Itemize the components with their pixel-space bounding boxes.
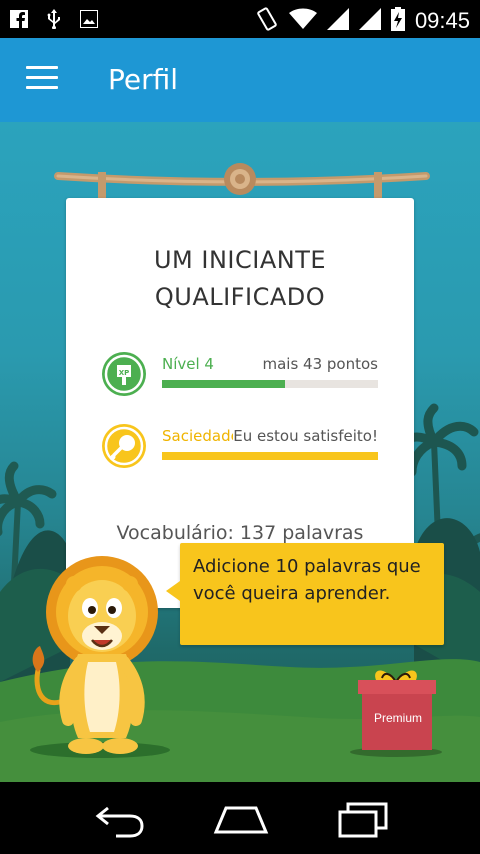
system-nav-bar: [0, 782, 480, 854]
clock: 09:45: [414, 8, 470, 33]
premium-label: Premium: [373, 711, 422, 725]
satiety-status: Eu estou satisfeito!: [233, 426, 378, 446]
status-bar: 09:45: [0, 0, 480, 38]
jungle-scene: UM INICIANTE QUALIFICADO XP Nível 4 mais…: [0, 122, 480, 782]
level-label: Nível 4: [162, 355, 214, 373]
signal-icon: [326, 8, 349, 34]
xp-badge-icon: XP: [102, 352, 146, 396]
menu-icon[interactable]: [26, 66, 58, 92]
mascot-speech-bubble[interactable]: Adicione 10 palavras que você queira apr…: [166, 543, 444, 645]
speech-text: Adicione 10 palavras que você queira apr…: [193, 556, 421, 604]
signal-icon: [358, 8, 381, 34]
satiety-progress-bar: [162, 452, 378, 460]
level-points: mais 43 pontos: [262, 354, 378, 374]
svg-text:XP: XP: [119, 369, 130, 377]
level-stat: XP Nível 4 mais 43 pontos: [102, 352, 378, 402]
vibrate-icon: [255, 6, 279, 36]
meat-icon: [102, 424, 146, 468]
image-icon: [79, 9, 99, 32]
page-title: Perfil: [108, 63, 179, 96]
premium-gift-button[interactable]: Premium: [350, 660, 446, 760]
speech-tail: [166, 581, 180, 601]
recents-icon[interactable]: [328, 796, 398, 840]
rank-title: UM INICIANTE QUALIFICADO: [153, 246, 327, 311]
satiety-progress-fill: [162, 452, 378, 460]
facebook-icon: [10, 10, 28, 32]
usb-icon: [46, 9, 62, 33]
satiety-stat: Saciedade Eu estou satisfeito!: [102, 424, 378, 474]
battery-charging-icon: [390, 7, 405, 35]
satiety-label: Saciedade: [162, 427, 240, 445]
level-progress-bar: [162, 380, 378, 388]
wifi-icon: [288, 8, 317, 34]
level-progress-fill: [162, 380, 286, 388]
app-bar: Perfil: [0, 38, 480, 122]
back-icon[interactable]: [84, 796, 154, 840]
home-icon[interactable]: [206, 796, 276, 840]
